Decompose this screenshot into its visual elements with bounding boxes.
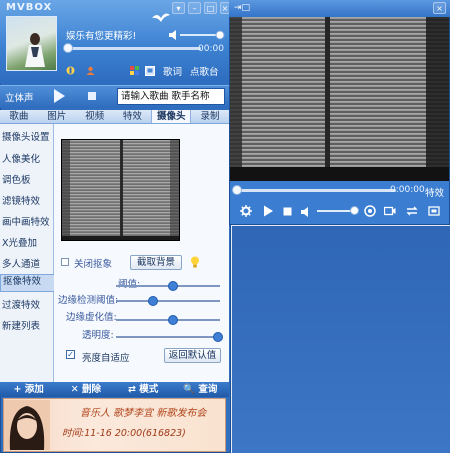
video-display[interactable] xyxy=(230,17,449,181)
banner-time: 时间:11-16 20:00(616823) xyxy=(62,428,186,439)
speaker-icon xyxy=(169,30,176,40)
capture-background-button[interactable]: 截取背景 xyxy=(130,255,182,270)
playlist-toolbar: + 添加 ✕ 删除 ⇄ 模式 🔍 查询 xyxy=(0,382,229,397)
screen-icon[interactable] xyxy=(145,66,155,76)
restore-default-button[interactable]: 返回默认值 xyxy=(164,348,221,363)
video-stop-icon[interactable] xyxy=(282,206,294,218)
skin-button[interactable]: ▾ xyxy=(172,2,185,14)
close-keying-label: 关闭抠象 xyxy=(74,259,113,270)
find-button[interactable]: 🔍 查询 xyxy=(172,382,229,397)
settings-icon[interactable] xyxy=(240,205,252,217)
close-keying-checkbox[interactable] xyxy=(61,258,69,266)
stereo-button[interactable]: 立体声 xyxy=(5,90,34,104)
menu-portrait-beauty[interactable]: 人像美化 xyxy=(2,151,52,165)
bulb-icon[interactable] xyxy=(190,256,200,268)
opacity-slider-knob[interactable] xyxy=(212,332,223,342)
swap-icon[interactable] xyxy=(406,205,418,217)
play-icon[interactable] xyxy=(52,88,66,104)
fullscreen-icon[interactable] xyxy=(428,205,440,217)
lyrics-link[interactable]: 歌词 xyxy=(163,64,182,78)
play-time: 00:00 xyxy=(198,44,224,54)
banner-title: 音乐人 歌梦李宜 新歌发布会 xyxy=(80,408,207,419)
palette-icon[interactable] xyxy=(130,66,139,75)
edge-blur-label: 边缘虚化值: xyxy=(66,312,117,323)
side-menu: 摄像头设置 人像美化 调色板 滤镜特效 画中画特效 X光叠加 多人通道 抠像特效… xyxy=(0,124,57,382)
edge-detect-label: 边缘检测阈值: xyxy=(58,295,119,306)
menu-filter-effects[interactable]: 滤镜特效 xyxy=(2,193,52,207)
menu-multi-channel[interactable]: 多人通道 xyxy=(2,256,52,270)
bird-icon xyxy=(152,13,170,22)
menu-pip-effects[interactable]: 画中画特效 xyxy=(2,214,52,228)
camera-icon[interactable] xyxy=(364,205,376,217)
song-stage-link[interactable]: 点歌台 xyxy=(190,64,219,78)
volume-control[interactable] xyxy=(168,30,226,40)
record-icon[interactable] xyxy=(384,205,396,217)
app-title: MVBOX xyxy=(6,2,53,13)
camera-preview xyxy=(61,139,180,241)
video-effects-link[interactable]: 特效 xyxy=(425,185,444,199)
video-seek-knob[interactable] xyxy=(232,185,242,195)
mode-button[interactable]: ⇄ 模式 xyxy=(115,382,172,397)
slogan-text: 娱乐有您更精彩! xyxy=(66,31,137,42)
opacity-label: 透明度: xyxy=(82,330,114,341)
delete-button[interactable]: ✕ 删除 xyxy=(57,382,114,397)
tab-songs[interactable]: 歌曲 xyxy=(0,110,38,123)
auto-brightness-checkbox[interactable]: ✓ xyxy=(66,350,75,359)
song-search-input[interactable]: 请输入歌曲 歌手名称 xyxy=(117,88,225,105)
menu-palette[interactable]: 调色板 xyxy=(2,172,52,186)
stop-icon[interactable] xyxy=(88,92,96,100)
singer-photo xyxy=(4,400,50,450)
video-play-icon[interactable] xyxy=(262,205,274,217)
edge-detect-slider[interactable] xyxy=(116,300,220,302)
video-volume-knob[interactable] xyxy=(350,206,359,215)
user-icon[interactable] xyxy=(86,66,95,75)
desktop-background xyxy=(232,226,450,453)
seek-knob[interactable] xyxy=(63,43,73,53)
menu-transition-effects[interactable]: 过渡特效 xyxy=(2,297,52,311)
lyrics-mode-icon[interactable] xyxy=(66,66,75,75)
video-close-button[interactable]: × xyxy=(433,2,446,14)
video-window-titlebar xyxy=(229,0,450,17)
maximize-button[interactable]: □ xyxy=(204,2,217,14)
video-seek-bar[interactable] xyxy=(236,189,396,192)
tab-camera[interactable]: 摄像头 xyxy=(151,110,192,123)
tab-record[interactable]: 录制 xyxy=(191,110,229,123)
main-tabs: 歌曲 图片 视频 特效 摄像头 录制 xyxy=(0,110,229,124)
tab-effects[interactable]: 特效 xyxy=(113,110,151,123)
menu-keying-effects[interactable]: 抠像特效 xyxy=(0,274,57,292)
video-time: 0:00:00 xyxy=(390,185,425,195)
menu-new-list[interactable]: 新建列表 xyxy=(2,318,52,332)
menu-xray-overlay[interactable]: X光叠加 xyxy=(2,235,52,249)
seek-bar[interactable] xyxy=(67,47,201,50)
album-art[interactable] xyxy=(6,16,57,71)
opacity-slider[interactable] xyxy=(116,336,220,338)
threshold-label: 阈值: xyxy=(118,276,140,290)
pin-icon[interactable]: ⇥□ xyxy=(234,3,250,13)
auto-brightness-label: 亮度自适应 xyxy=(82,353,130,364)
tab-pictures[interactable]: 图片 xyxy=(38,110,76,123)
menu-camera-settings[interactable]: 摄像头设置 xyxy=(2,129,52,143)
tab-video[interactable]: 视频 xyxy=(76,110,114,123)
minimize-button[interactable]: – xyxy=(188,2,201,14)
video-volume-icon[interactable] xyxy=(300,206,312,218)
add-button[interactable]: + 添加 xyxy=(0,382,57,397)
